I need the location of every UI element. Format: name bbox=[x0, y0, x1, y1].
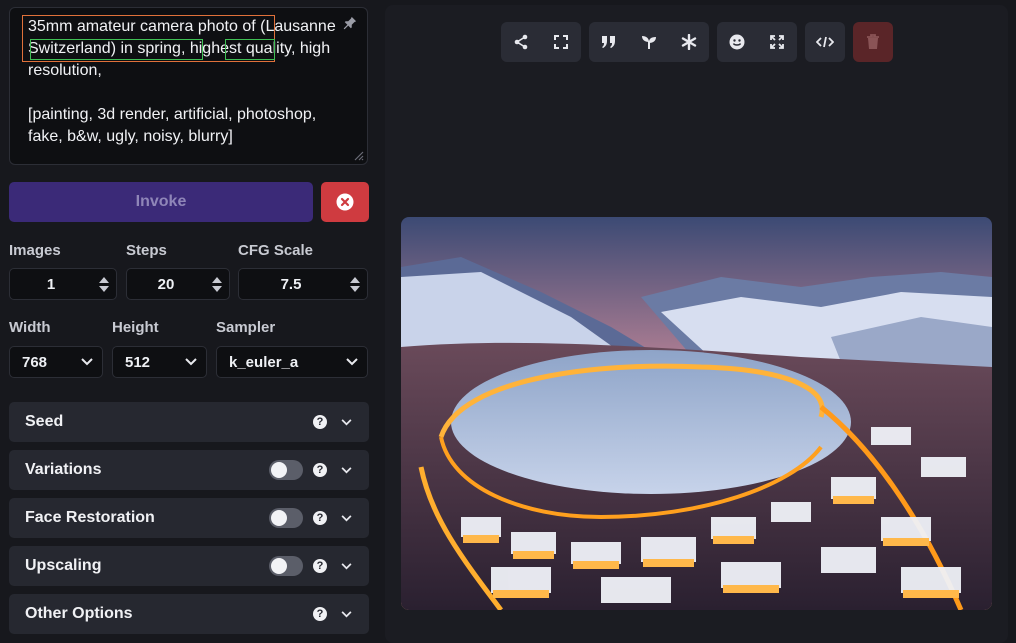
invoke-button[interactable]: Invoke bbox=[9, 182, 313, 222]
face-restoration-title: Face Restoration bbox=[25, 509, 155, 526]
toggle-knob bbox=[271, 558, 287, 574]
cfg-scale-stepper[interactable] bbox=[343, 276, 367, 292]
trash-icon bbox=[867, 34, 879, 49]
cfg-scale-value[interactable]: 7.5 bbox=[239, 276, 343, 293]
restore-faces-button[interactable] bbox=[717, 22, 757, 62]
help-icon[interactable]: ? bbox=[313, 607, 327, 621]
use-prompt-button[interactable] bbox=[589, 22, 629, 62]
sampler-value[interactable]: k_euler_a bbox=[217, 354, 337, 371]
steps-label: Steps bbox=[126, 242, 167, 259]
toolbar-group-postprocess bbox=[717, 22, 797, 62]
upscale-button[interactable] bbox=[757, 22, 797, 62]
images-label: Images bbox=[9, 242, 61, 259]
cfg-scale-input[interactable]: 7.5 bbox=[238, 268, 368, 300]
variations-title: Variations bbox=[25, 461, 102, 478]
height-select[interactable]: 512 bbox=[112, 346, 207, 378]
other-options-section[interactable]: Other Options ? bbox=[9, 594, 369, 634]
toolbar-group-prompt bbox=[589, 22, 709, 62]
asterisk-icon bbox=[681, 34, 697, 50]
prompt-textarea[interactable]: 35mm amateur camera photo of (Lausanne S… bbox=[9, 7, 368, 165]
toolbar-group-metadata bbox=[805, 22, 845, 62]
toolbar-group-share bbox=[501, 22, 581, 62]
toggle-knob bbox=[271, 510, 287, 526]
variations-section[interactable]: Variations ? bbox=[9, 450, 369, 490]
cancel-button[interactable] bbox=[321, 182, 369, 222]
upscaling-section[interactable]: Upscaling ? bbox=[9, 546, 369, 586]
steps-value[interactable]: 20 bbox=[127, 276, 205, 293]
images-stepper[interactable] bbox=[92, 276, 116, 292]
height-value[interactable]: 512 bbox=[113, 354, 176, 371]
chevron-down-icon[interactable] bbox=[337, 358, 367, 366]
help-icon[interactable]: ? bbox=[313, 463, 327, 477]
height-label: Height bbox=[112, 319, 159, 336]
prompt-text[interactable]: 35mm amateur camera photo of (Lausanne S… bbox=[28, 16, 341, 148]
generated-image[interactable] bbox=[401, 217, 992, 610]
share-button[interactable] bbox=[501, 22, 541, 62]
pin-icon[interactable] bbox=[343, 16, 357, 30]
help-icon[interactable]: ? bbox=[313, 559, 327, 573]
seedling-icon bbox=[642, 36, 656, 49]
increment-icon[interactable] bbox=[350, 276, 360, 283]
code-icon bbox=[816, 36, 834, 48]
toggle-knob bbox=[271, 462, 287, 478]
face-restoration-toggle[interactable] bbox=[269, 508, 303, 528]
chevron-down-icon[interactable] bbox=[339, 607, 353, 621]
other-options-title: Other Options bbox=[25, 605, 133, 622]
increment-icon[interactable] bbox=[99, 276, 109, 283]
images-value[interactable]: 1 bbox=[10, 276, 92, 293]
share-icon bbox=[514, 34, 528, 50]
metadata-button[interactable] bbox=[805, 22, 845, 62]
fullscreen-icon bbox=[554, 35, 568, 49]
help-icon[interactable]: ? bbox=[313, 415, 327, 429]
increment-icon[interactable] bbox=[212, 276, 222, 283]
chevron-down-icon[interactable] bbox=[339, 463, 353, 477]
steps-input[interactable]: 20 bbox=[126, 268, 230, 300]
generated-image-canvas bbox=[401, 217, 992, 610]
sampler-select[interactable]: k_euler_a bbox=[216, 346, 368, 378]
face-restoration-section[interactable]: Face Restoration ? bbox=[9, 498, 369, 538]
images-input[interactable]: 1 bbox=[9, 268, 117, 300]
use-all-button[interactable] bbox=[669, 22, 709, 62]
quote-icon bbox=[602, 36, 615, 48]
width-label: Width bbox=[9, 319, 51, 336]
cancel-icon bbox=[336, 193, 354, 211]
chevron-down-icon[interactable] bbox=[176, 358, 206, 366]
chevron-down-icon[interactable] bbox=[339, 559, 353, 573]
expand-icon bbox=[770, 35, 784, 49]
variations-toggle[interactable] bbox=[269, 460, 303, 480]
decrement-icon[interactable] bbox=[350, 285, 360, 292]
resize-handle-icon[interactable] bbox=[352, 149, 364, 161]
upscaling-title: Upscaling bbox=[25, 557, 102, 574]
chevron-down-icon[interactable] bbox=[339, 415, 353, 429]
width-value[interactable]: 768 bbox=[10, 354, 72, 371]
face-icon bbox=[729, 34, 745, 50]
chevron-down-icon[interactable] bbox=[339, 511, 353, 525]
seed-title: Seed bbox=[25, 413, 64, 430]
help-icon[interactable]: ? bbox=[313, 511, 327, 525]
use-seed-button[interactable] bbox=[629, 22, 669, 62]
width-select[interactable]: 768 bbox=[9, 346, 103, 378]
upscaling-toggle[interactable] bbox=[269, 556, 303, 576]
seed-section[interactable]: Seed ? bbox=[9, 402, 369, 442]
chevron-down-icon[interactable] bbox=[72, 358, 102, 366]
steps-stepper[interactable] bbox=[205, 276, 229, 292]
decrement-icon[interactable] bbox=[99, 285, 109, 292]
sampler-label: Sampler bbox=[216, 319, 276, 336]
cfg-scale-label: CFG Scale bbox=[238, 242, 314, 259]
fullscreen-button[interactable] bbox=[541, 22, 581, 62]
delete-image-button[interactable] bbox=[853, 22, 893, 62]
decrement-icon[interactable] bbox=[212, 285, 222, 292]
